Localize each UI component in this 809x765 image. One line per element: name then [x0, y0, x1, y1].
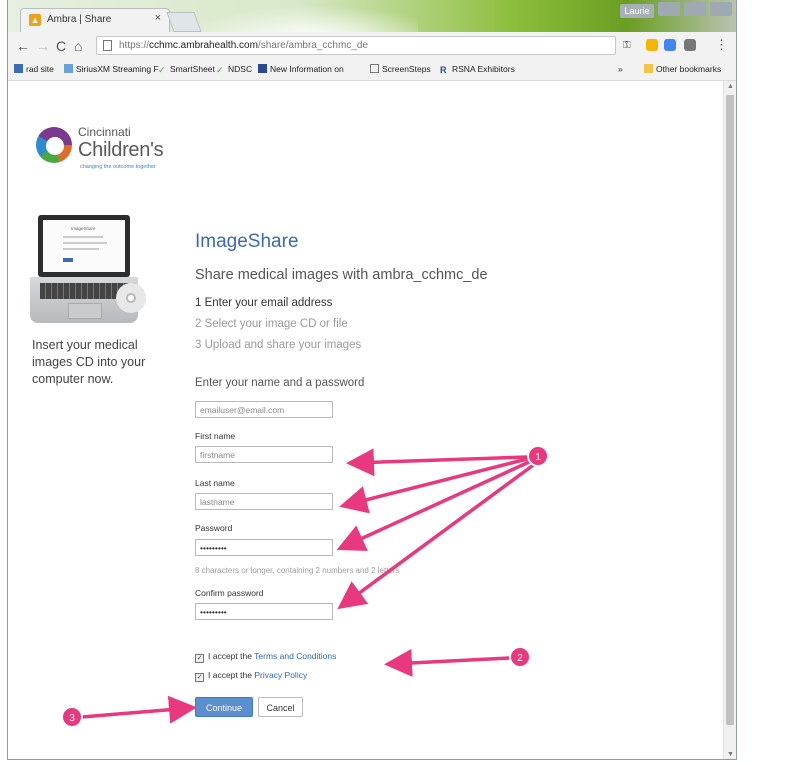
terms-prefix: I accept the — [208, 651, 255, 661]
privacy-checkbox-row[interactable]: ✓ I accept the Privacy Policy — [195, 670, 307, 682]
confirm-password-input[interactable]: ••••••••• — [195, 603, 333, 620]
laptop-screen-title: ImageShare — [71, 226, 96, 231]
page-scrollbar[interactable]: ▲ ▼ — [723, 81, 736, 759]
folder-icon — [644, 64, 653, 73]
password-label: Password — [195, 523, 233, 533]
page-content: Cincinnati Children's changing the outco… — [8, 81, 724, 759]
page-info-icon[interactable] — [103, 40, 112, 51]
page-title: ImageShare — [195, 231, 299, 252]
reload-icon[interactable]: C — [56, 38, 66, 54]
bookmark-item[interactable]: New Information on — [258, 64, 344, 74]
ambra-favicon-icon: ▲ — [29, 14, 41, 26]
bookmark-item[interactable]: R RSNA Exhibitors — [440, 64, 515, 75]
bookmark-icon — [258, 64, 267, 73]
continue-button[interactable]: Continue — [195, 697, 253, 717]
title-bar: ▲ Ambra | Share × Laurie — [8, 0, 736, 32]
bookmarks-bar: rad site SiriusXM Streaming F ✓ SmartShee… — [8, 60, 736, 81]
other-bookmarks[interactable]: Other bookmarks — [644, 64, 721, 74]
terms-link[interactable]: Terms and Conditions — [254, 651, 336, 661]
extension-icon[interactable] — [684, 39, 696, 51]
home-icon[interactable]: ⌂ — [74, 38, 82, 54]
email-field[interactable]: emailuser@email.com — [195, 401, 333, 418]
check-icon: ✓ — [216, 65, 224, 75]
password-hint: 8 characters or longer, containing 2 num… — [195, 566, 400, 575]
confirm-password-label: Confirm password — [195, 588, 264, 598]
terms-checkbox[interactable]: ✓ — [195, 654, 204, 663]
logo-text-line2: Children's — [78, 139, 164, 161]
address-bar[interactable]: https://cchmc.ambrahealth.com/share/ambr… — [96, 36, 616, 55]
cd-disc-icon — [116, 283, 146, 313]
insert-cd-instruction: Insert your medical images CD into your … — [32, 338, 146, 386]
rsna-icon: R — [440, 65, 447, 75]
password-input[interactable]: ••••••••• — [195, 539, 333, 556]
scroll-up-icon[interactable]: ▲ — [727, 83, 734, 90]
bookmark-item[interactable]: ✓ SmartSheet — [158, 64, 215, 75]
bookmark-icon — [14, 64, 23, 73]
profile-chip[interactable]: Laurie — [620, 4, 654, 18]
key-icon[interactable]: ⚿ — [623, 40, 631, 51]
logo-text-line1: Cincinnati — [78, 125, 131, 139]
bookmark-item[interactable]: SiriusXM Streaming F — [64, 64, 159, 74]
browser-window: ▲ Ambra | Share × Laurie ← → C ⌂ https:/… — [7, 0, 737, 760]
check-icon: ✓ — [158, 65, 166, 75]
step-2: 2 Select your image CD or file — [195, 318, 348, 330]
browser-toolbar: ← → C ⌂ https://cchmc.ambrahealth.com/sh… — [8, 32, 736, 61]
terms-checkbox-row[interactable]: ✓ I accept the Terms and Conditions — [195, 651, 336, 663]
extension-icon[interactable] — [664, 39, 676, 51]
tab-close-icon[interactable]: × — [155, 12, 161, 24]
minimize-button[interactable] — [658, 2, 680, 16]
browser-menu-icon[interactable]: ⋮ — [715, 37, 728, 53]
scrollbar-thumb[interactable] — [726, 95, 734, 725]
privacy-checkbox[interactable]: ✓ — [195, 673, 204, 682]
bookmarks-overflow[interactable]: » — [618, 64, 623, 74]
bookmark-item[interactable]: ✓ NDSC — [216, 64, 252, 75]
tab-title: Ambra | Share — [47, 14, 112, 25]
form-heading: Enter your name and a password — [195, 377, 365, 389]
scroll-down-icon[interactable]: ▼ — [727, 751, 734, 758]
close-window-button[interactable] — [710, 2, 732, 16]
first-name-input[interactable]: firstname — [195, 446, 333, 463]
privacy-link[interactable]: Privacy Policy — [254, 670, 307, 680]
bookmark-item[interactable]: rad site — [14, 64, 54, 74]
step-1: 1 Enter your email address — [195, 297, 333, 309]
url-text: https://cchmc.ambrahealth.com/share/ambr… — [119, 40, 369, 51]
last-name-label: Last name — [195, 478, 235, 488]
privacy-prefix: I accept the — [208, 670, 255, 680]
tab-ambra-share[interactable]: ▲ Ambra | Share × — [20, 8, 170, 32]
extension-icon[interactable] — [646, 39, 658, 51]
forward-arrow-icon[interactable]: → — [36, 38, 50, 54]
back-arrow-icon[interactable]: ← — [16, 38, 30, 54]
first-name-label: First name — [195, 431, 236, 441]
bookmark-icon — [64, 64, 73, 73]
cancel-button[interactable]: Cancel — [258, 697, 303, 717]
step-3: 3 Upload and share your images — [195, 339, 362, 351]
page-subtitle: Share medical images with ambra_cchmc_de — [195, 267, 488, 283]
page-icon — [370, 64, 379, 73]
bookmark-item[interactable]: ScreenSteps — [370, 64, 431, 74]
logo-tagline: changing the outcome together — [80, 164, 156, 170]
maximize-button[interactable] — [684, 2, 706, 16]
last-name-input[interactable]: lastname — [195, 493, 333, 510]
logo-mark-icon — [36, 127, 72, 163]
